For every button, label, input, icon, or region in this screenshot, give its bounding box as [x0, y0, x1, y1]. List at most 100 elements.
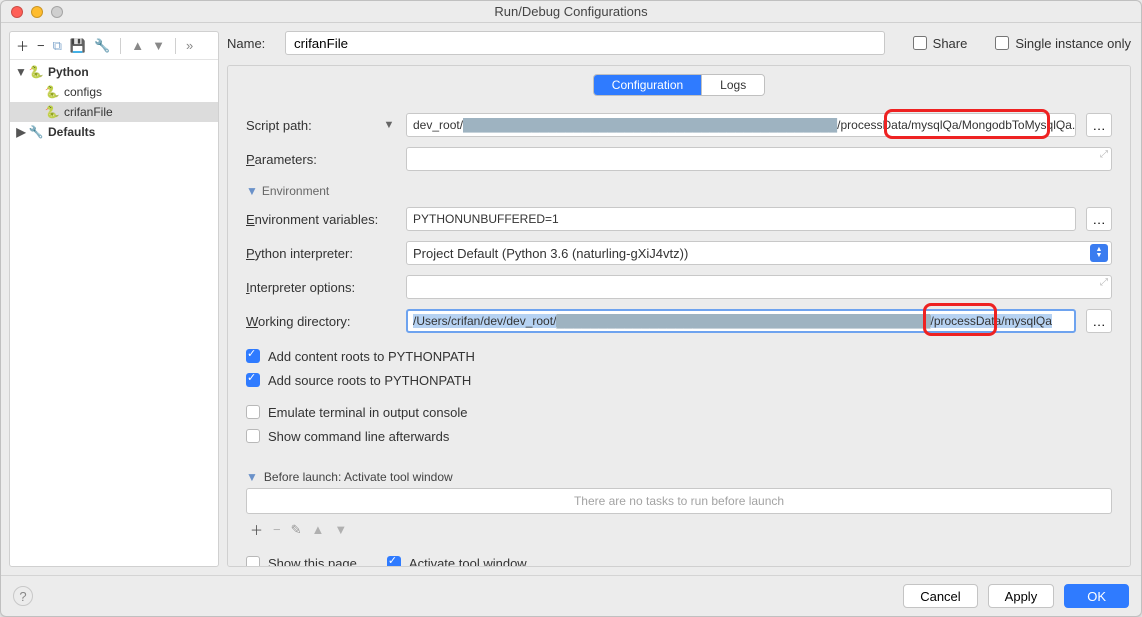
copy-icon[interactable]: ⧉ — [53, 38, 62, 54]
remove-icon: − — [273, 522, 281, 537]
share-label: Share — [933, 36, 968, 51]
expand-icon[interactable]: ⤢ — [1100, 149, 1108, 160]
environment-section-header[interactable]: ▼ Environment — [246, 176, 1112, 202]
interpreter-options-input[interactable] — [406, 275, 1112, 299]
checkbox-checked-icon[interactable] — [246, 349, 260, 363]
python-icon: 🐍 — [44, 104, 60, 120]
tree-node-defaults[interactable]: ▶ 🔧 Defaults — [10, 122, 218, 142]
window-title: Run/Debug Configurations — [1, 4, 1141, 19]
single-instance-checkbox[interactable]: Single instance only — [995, 36, 1131, 51]
tree-label: crifanFile — [64, 105, 113, 119]
working-directory-label: Working directory: — [246, 314, 396, 329]
disclosure-closed-icon[interactable]: ▶ — [14, 125, 28, 139]
cancel-button[interactable]: Cancel — [903, 584, 977, 608]
add-icon[interactable]: ＋ — [16, 36, 29, 55]
checkbox-checked-icon[interactable] — [246, 373, 260, 387]
parameters-label: Parameters: — [246, 152, 396, 167]
tabs: Configuration Logs — [228, 66, 1130, 108]
before-launch-header[interactable]: ▼ Before launch: Activate tool window — [246, 470, 1112, 488]
move-up-icon: ▲ — [312, 522, 325, 537]
working-directory-row: Working directory: /Users/crifan/dev/dev… — [246, 304, 1112, 338]
interpreter-options-label: Interpreter options: — [246, 280, 396, 295]
browse-button[interactable]: … — [1086, 207, 1112, 231]
footer: ? Cancel Apply OK — [1, 575, 1141, 616]
remove-icon[interactable]: − — [37, 38, 45, 53]
single-instance-label: Single instance only — [1015, 36, 1131, 51]
sidebar-toolbar: ＋ − ⧉ 💾 🔧 ▲ ▼ » — [10, 32, 218, 60]
apply-button[interactable]: Apply — [988, 584, 1055, 608]
environment-label: Environment — [262, 184, 329, 198]
ok-button[interactable]: OK — [1064, 584, 1129, 608]
checkbox-checked-icon[interactable] — [387, 556, 401, 567]
disclosure-open-icon[interactable]: ▼ — [14, 65, 28, 79]
expand-icon[interactable]: » — [186, 38, 193, 53]
wrench-icon[interactable]: 🔧 — [94, 38, 110, 54]
separator — [175, 38, 176, 54]
redacted-segment: ████████████████████████████████████████… — [463, 118, 837, 132]
script-path-input[interactable]: dev_root/ ██████████████████████████████… — [406, 113, 1076, 137]
working-directory-input[interactable]: /Users/crifan/dev/dev_root/ ████████████… — [406, 309, 1076, 333]
edit-icon: ✎ — [291, 522, 302, 538]
browse-button[interactable]: … — [1086, 309, 1112, 333]
before-launch-section: ▼ Before launch: Activate tool window Th… — [246, 470, 1112, 567]
show-this-page-checkbox[interactable]: Show this page — [246, 551, 357, 567]
select-value: Project Default (Python 3.6 (naturling-g… — [413, 246, 688, 261]
python-icon: 🐍 — [28, 64, 44, 80]
emulate-terminal-checkbox[interactable]: Emulate terminal in output console — [246, 400, 1112, 424]
checkbox-icon[interactable] — [913, 36, 927, 50]
run-debug-config-window: Run/Debug Configurations ＋ − ⧉ 💾 🔧 ▲ ▼ »… — [0, 0, 1142, 617]
config-panel: Configuration Logs Script path: ▼ dev_ — [227, 65, 1131, 567]
before-launch-tasks: There are no tasks to run before launch — [246, 488, 1112, 514]
interpreter-options-row: Interpreter options: ⤢ — [246, 270, 1112, 304]
checkbox-icon[interactable] — [246, 405, 260, 419]
python-icon: 🐍 — [44, 84, 60, 100]
checkbox-icon[interactable] — [995, 36, 1009, 50]
form-area: Script path: ▼ dev_root/ ███████████████… — [228, 108, 1130, 567]
tree-node-python[interactable]: ▼ 🐍 Python — [10, 62, 218, 82]
chevron-down-icon[interactable]: ▼ — [382, 119, 396, 131]
env-vars-input[interactable]: PYTHONUNBUFFERED=1 — [406, 207, 1076, 231]
activate-tool-window-checkbox[interactable]: Activate tool window — [387, 551, 527, 567]
env-vars-label: Environment variables: — [246, 212, 396, 227]
tree-label: configs — [64, 85, 102, 99]
tree-label: Defaults — [48, 125, 95, 139]
disclosure-open-icon: ▼ — [246, 470, 258, 484]
python-interpreter-row: Python interpreter: Project Default (Pyt… — [246, 236, 1112, 270]
wrench-icon: 🔧 — [28, 124, 44, 140]
add-content-roots-checkbox[interactable]: Add content roots to PYTHONPATH — [246, 344, 1112, 368]
tab-configuration[interactable]: Configuration — [594, 75, 701, 95]
help-icon[interactable]: ? — [13, 586, 33, 606]
parameters-row: Parameters: ⤢ — [246, 142, 1112, 176]
configurations-sidebar: ＋ − ⧉ 💾 🔧 ▲ ▼ » ▼ 🐍 Python 🐍 co — [9, 31, 219, 567]
checkbox-icon[interactable] — [246, 429, 260, 443]
env-vars-row: Environment variables: PYTHONUNBUFFERED=… — [246, 202, 1112, 236]
name-row: Name: Share Single instance only — [227, 31, 1131, 55]
show-cmdline-checkbox[interactable]: Show command line afterwards — [246, 424, 1112, 448]
tree-label: Python — [48, 65, 89, 79]
name-input[interactable] — [285, 31, 885, 55]
move-up-icon[interactable]: ▲ — [131, 38, 144, 53]
parameters-input[interactable] — [406, 147, 1112, 171]
script-path-label: Script path: ▼ — [246, 118, 396, 133]
move-down-icon: ▼ — [334, 522, 347, 537]
tree-node-configs[interactable]: 🐍 configs — [10, 82, 218, 102]
main-panel: Name: Share Single instance only Configu… — [219, 23, 1141, 575]
disclosure-open-icon: ▼ — [246, 184, 258, 198]
python-interpreter-label: Python interpreter: — [246, 246, 396, 261]
before-launch-toolbar: ＋ − ✎ ▲ ▼ — [246, 514, 1112, 545]
save-icon[interactable]: 💾 — [70, 38, 86, 54]
name-label: Name: — [227, 36, 275, 51]
python-interpreter-select[interactable]: Project Default (Python 3.6 (naturling-g… — [406, 241, 1112, 265]
browse-button[interactable]: … — [1086, 113, 1112, 137]
add-icon[interactable]: ＋ — [250, 520, 263, 539]
share-checkbox[interactable]: Share — [913, 36, 968, 51]
config-tree[interactable]: ▼ 🐍 Python 🐍 configs 🐍 crifanFile ▶ 🔧 De… — [10, 60, 218, 566]
tab-logs[interactable]: Logs — [701, 75, 764, 95]
add-source-roots-checkbox[interactable]: Add source roots to PYTHONPATH — [246, 368, 1112, 392]
expand-icon[interactable]: ⤢ — [1100, 277, 1108, 288]
tree-node-crifanfile[interactable]: 🐍 crifanFile — [10, 102, 218, 122]
select-arrows-icon: ▲▼ — [1090, 244, 1108, 262]
move-down-icon[interactable]: ▼ — [152, 38, 165, 53]
titlebar: Run/Debug Configurations — [1, 1, 1141, 23]
checkbox-icon[interactable] — [246, 556, 260, 567]
